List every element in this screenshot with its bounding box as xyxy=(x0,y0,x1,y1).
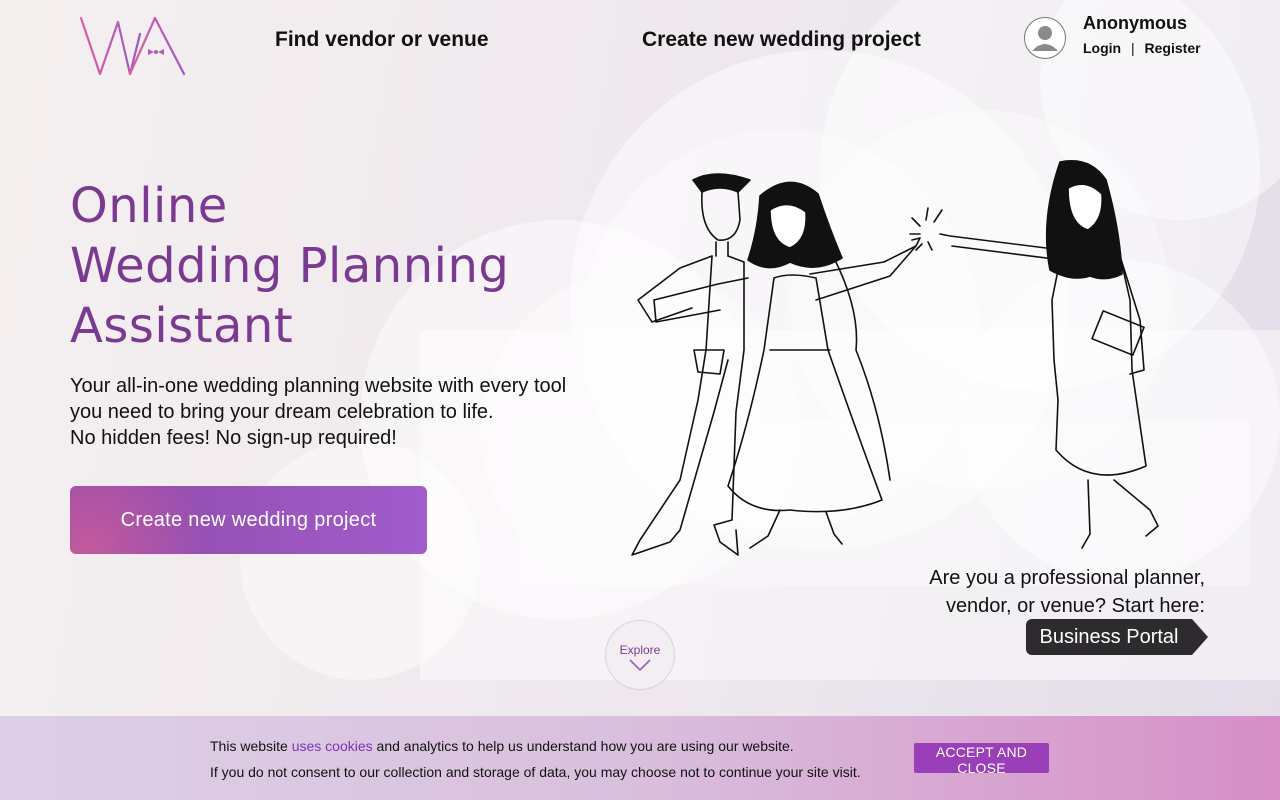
business-prompt-line: Are you a professional planner, xyxy=(929,567,1205,589)
create-project-button[interactable]: Create new wedding project xyxy=(70,486,427,554)
avatar[interactable] xyxy=(1024,17,1066,59)
hero-title-line: Online xyxy=(70,178,228,234)
user-links-separator: | xyxy=(1131,40,1135,56)
business-prompt-line: vendor, or venue? Start here: xyxy=(945,595,1205,617)
chevron-down-icon xyxy=(629,659,651,671)
wedding-couple-illustration xyxy=(631,160,1159,556)
hero-subtitle-line: you need to bring your dream celebration… xyxy=(70,401,494,423)
hero-title: Online Wedding Planning Assistant xyxy=(70,176,509,356)
hero-subtitle: Your all-in-one wedding planning website… xyxy=(70,373,566,451)
user-icon xyxy=(1032,26,1058,51)
cookie-banner: This website uses cookies and analytics … xyxy=(0,716,1280,800)
hero-title-line: Assistant xyxy=(70,298,294,354)
hero-subtitle-line: No hidden fees! No sign-up required! xyxy=(70,427,397,449)
login-link[interactable]: Login xyxy=(1083,40,1121,56)
logo-icon[interactable] xyxy=(78,14,188,78)
business-portal-button[interactable]: Business Portal xyxy=(1026,619,1208,655)
business-prompt: Are you a professional planner, vendor, … xyxy=(929,564,1205,620)
nav-find-vendor[interactable]: Find vendor or venue xyxy=(275,28,489,52)
cookie-line-2: If you do not consent to our collection … xyxy=(210,764,861,780)
register-link[interactable]: Register xyxy=(1145,40,1201,56)
cookie-line-1: This website uses cookies and analytics … xyxy=(210,733,861,759)
cookie-text: This website uses cookies and analytics … xyxy=(210,733,861,785)
nav-create-project[interactable]: Create new wedding project xyxy=(642,28,921,52)
explore-button[interactable]: Explore xyxy=(605,620,675,690)
explore-label: Explore xyxy=(619,643,661,657)
cookie-line-1-prefix: This website xyxy=(210,738,292,754)
user-name: Anonymous xyxy=(1083,13,1188,33)
accept-cookies-button[interactable]: ACCEPT AND CLOSE xyxy=(914,743,1049,776)
user-links: Login | Register xyxy=(1083,40,1201,56)
hero-subtitle-line: Your all-in-one wedding planning website… xyxy=(70,375,567,397)
cookie-line-1-suffix: and analytics to help us understand how … xyxy=(372,738,794,754)
hero-title-line: Wedding Planning xyxy=(70,238,510,294)
uses-cookies-link[interactable]: uses cookies xyxy=(292,738,373,754)
